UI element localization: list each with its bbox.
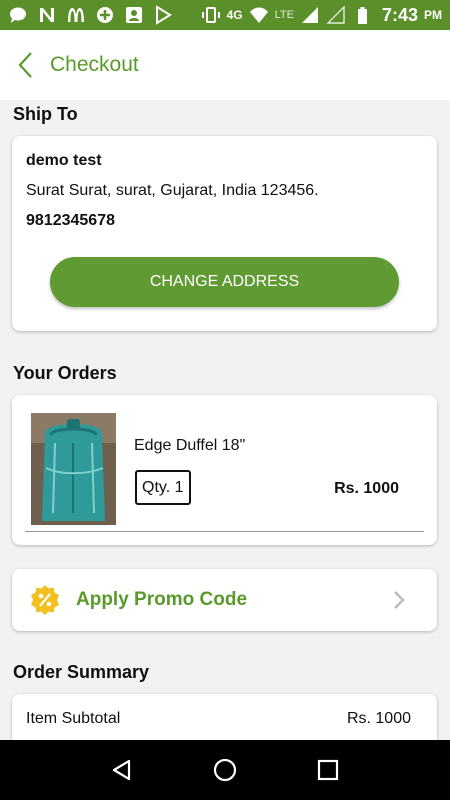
clock-time: 7:43 xyxy=(381,4,418,25)
mcdonalds-icon xyxy=(66,5,86,25)
clock-ampm: PM xyxy=(424,8,442,22)
lte-label: LTE xyxy=(274,9,294,21)
plus-circle-icon xyxy=(95,5,115,25)
percent-badge-icon xyxy=(29,584,61,616)
promo-code-label: Apply Promo Code xyxy=(76,589,248,610)
network-type-label: 4G xyxy=(226,8,243,22)
wifi-icon xyxy=(249,5,269,25)
chevron-right-icon xyxy=(391,589,407,611)
item-subtotal-label: Item Subtotal xyxy=(26,710,121,727)
contact-icon xyxy=(124,5,144,25)
apply-promo-code-row[interactable]: Apply Promo Code xyxy=(12,569,437,631)
system-icons: 4G LTE 7:43 PM xyxy=(201,5,442,26)
recipient-name: demo test xyxy=(26,152,102,169)
product-price: Rs. 1000 xyxy=(334,480,399,497)
signal-icon xyxy=(300,5,320,25)
app-bar: Checkout xyxy=(0,30,450,100)
message-icon xyxy=(8,5,28,25)
order-summary-heading: Order Summary xyxy=(13,662,150,682)
play-store-icon xyxy=(153,5,173,25)
page-title: Checkout xyxy=(50,53,139,76)
ship-to-heading: Ship To xyxy=(13,104,78,124)
signal-empty-icon xyxy=(326,5,346,25)
quantity-selector[interactable]: Qty. 1 xyxy=(135,470,191,505)
nav-back-icon[interactable] xyxy=(107,755,137,785)
back-arrow-icon[interactable] xyxy=(16,50,40,80)
battery-icon xyxy=(352,5,372,25)
nav-home-icon[interactable] xyxy=(210,755,240,785)
item-subtotal-value: Rs. 1000 xyxy=(346,710,411,727)
phone-number: 9812345678 xyxy=(26,212,115,229)
system-nav-bar xyxy=(0,740,450,800)
shipping-address: Surat Surat, surat, Gujarat, India 12345… xyxy=(26,182,319,199)
your-orders-heading: Your Orders xyxy=(13,363,117,383)
product-image[interactable] xyxy=(31,413,116,525)
product-name: Edge Duffel 18" xyxy=(134,437,246,454)
divider xyxy=(25,531,424,532)
n-icon xyxy=(37,5,57,25)
ship-to-card: demo test Surat Surat, surat, Gujarat, I… xyxy=(12,136,437,331)
notification-icons xyxy=(8,5,173,25)
order-item-card: Edge Duffel 18" Qty. 1 Rs. 1000 xyxy=(12,395,437,545)
nav-recents-icon[interactable] xyxy=(313,755,343,785)
status-bar: 4G LTE 7:43 PM xyxy=(0,0,450,30)
vibrate-icon xyxy=(201,5,221,25)
change-address-button[interactable]: CHANGE ADDRESS xyxy=(50,257,399,307)
